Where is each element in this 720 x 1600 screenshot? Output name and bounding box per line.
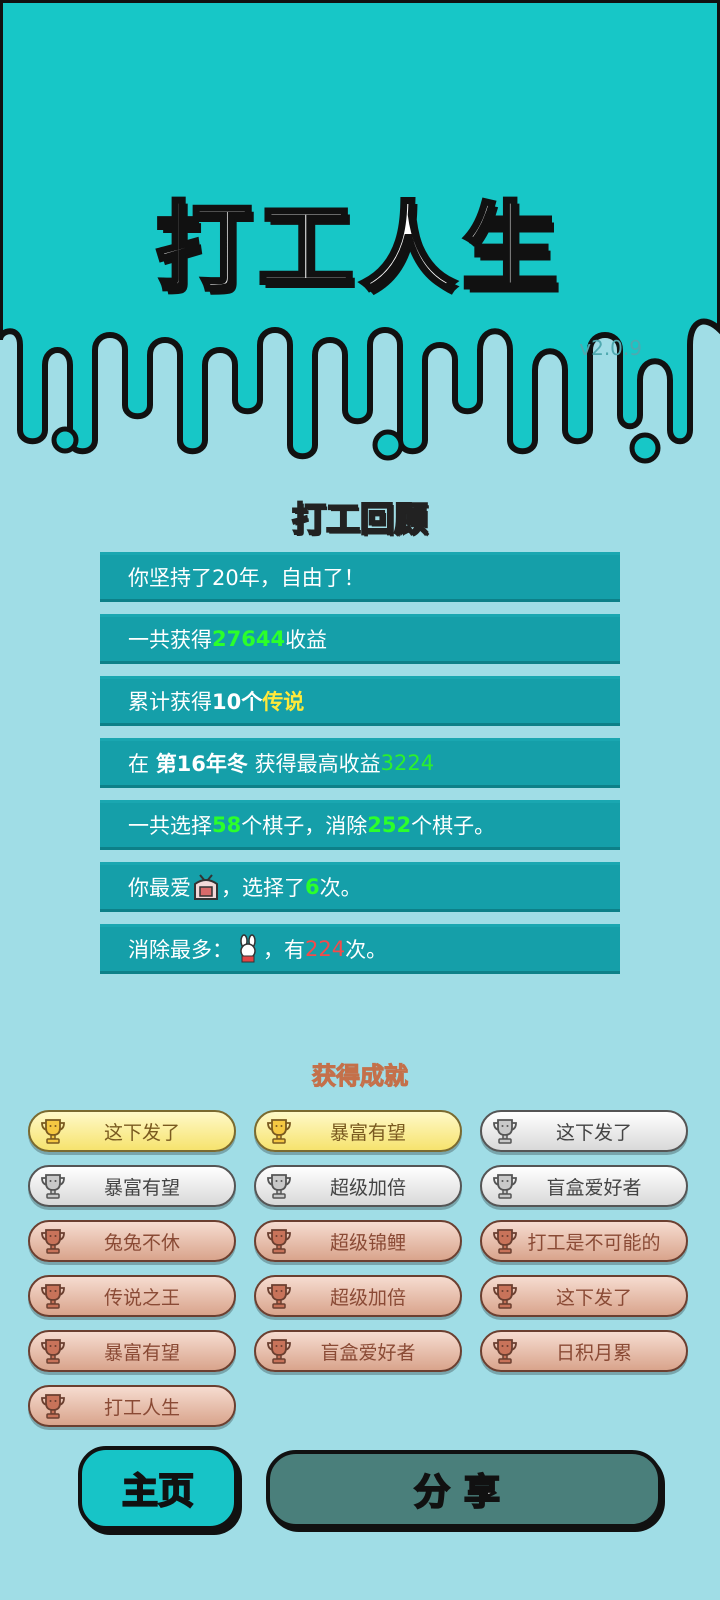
stat-text: 消除最多： — [128, 938, 233, 962]
achievement-label: 暴富有望 — [103, 1341, 180, 1364]
favorite-count: 6 — [305, 875, 320, 899]
achievement-label: 暴富有望 — [329, 1121, 406, 1144]
trophy-icon — [267, 1119, 291, 1144]
stat-text: 在 — [128, 752, 156, 776]
stat-text: ，有 — [263, 938, 305, 962]
stat-text: 一共选择 — [128, 814, 212, 838]
achievement-label: 这下发了 — [555, 1286, 632, 1309]
stat-text: 你最爱 — [128, 876, 191, 900]
stat-row-years: 你坚持了20年，自由了！ — [100, 552, 620, 602]
stat-text: 个棋子。 — [411, 814, 496, 838]
rabbit-icon — [240, 934, 256, 963]
stat-row-most-removed: 消除最多： ，有 224 次。 — [100, 924, 620, 974]
achievement-badge: 这下发了 — [480, 1275, 688, 1317]
achievement-label: 暴富有望 — [103, 1176, 180, 1199]
stat-text: 次。 — [319, 876, 362, 900]
trophy-icon — [41, 1229, 65, 1254]
achievement-label: 日积月累 — [555, 1341, 632, 1364]
stat-text: ，选择了 — [221, 876, 305, 900]
header-banner: 打工人生 v2.0.9 — [0, 0, 720, 480]
stat-text: 收益 — [285, 628, 328, 652]
trophy-icon — [493, 1174, 517, 1199]
achievement-badge: 盲盒爱好者 — [480, 1165, 688, 1207]
most-removed-count: 224 — [305, 937, 346, 961]
achievement-label: 打工是不可能的 — [527, 1231, 661, 1254]
stat-row-favorite: 你最爱 ，选择了 6 次。 — [100, 862, 620, 912]
stat-row-legend: 累计获得 10个 传说 — [100, 676, 620, 726]
trophy-icon — [493, 1284, 517, 1309]
achievement-badge: 打工人生 — [28, 1385, 236, 1427]
achievement-badge: 暴富有望 — [28, 1330, 236, 1372]
achievement-badge: 兔兔不休 — [28, 1220, 236, 1262]
chosen-count: 58 — [212, 813, 242, 837]
stat-text: 你坚持了20年，自由了！ — [128, 566, 365, 590]
best-income-value: 3224 — [380, 751, 435, 775]
legend-count: 10个 — [212, 690, 263, 714]
share-button[interactable]: 分享 — [266, 1450, 662, 1528]
legend-label: 传说 — [262, 690, 305, 714]
achievement-badge: 盲盒爱好者 — [254, 1330, 462, 1372]
stat-row-income: 一共获得 27644 收益 — [100, 614, 620, 664]
trophy-icon — [267, 1339, 291, 1364]
achievement-label: 超级加倍 — [329, 1286, 406, 1309]
achievement-label: 超级锦鲤 — [329, 1231, 406, 1254]
achievement-badge: 这下发了 — [480, 1110, 688, 1152]
stat-text: 个棋子，消除 — [241, 814, 368, 838]
achievement-badge: 超级加倍 — [254, 1275, 462, 1317]
home-button[interactable]: 主页 — [78, 1446, 238, 1530]
achievement-label: 超级加倍 — [329, 1176, 406, 1199]
stat-text: 获得最高收益 — [247, 752, 381, 776]
achievement-badge: 日积月累 — [480, 1330, 688, 1372]
trophy-icon — [41, 1174, 65, 1199]
achievement-badge: 暴富有望 — [28, 1165, 236, 1207]
stat-text: 一共获得 — [128, 628, 212, 652]
trophy-icon — [267, 1229, 291, 1254]
achievement-label: 盲盒爱好者 — [546, 1176, 642, 1199]
version-label: v2.0.9 — [579, 336, 642, 360]
achievement-badge: 这下发了 — [28, 1110, 236, 1152]
best-season: 第16年冬 — [155, 752, 248, 776]
achievement-label: 盲盒爱好者 — [320, 1341, 416, 1364]
achievement-badge: 传说之王 — [28, 1275, 236, 1317]
stat-text: 次。 — [345, 938, 388, 962]
trophy-icon — [41, 1394, 65, 1419]
trophy-icon — [493, 1339, 517, 1364]
achievement-badge: 超级锦鲤 — [254, 1220, 462, 1262]
trophy-icon — [493, 1229, 517, 1254]
game-title: 打工人生 — [154, 190, 564, 306]
removed-count: 252 — [367, 813, 412, 837]
stat-row-pieces: 一共选择 58 个棋子，消除 252 个棋子。 — [100, 800, 620, 850]
achievements-title: 获得成就 — [312, 1062, 409, 1091]
tv-box-icon — [194, 874, 218, 900]
stat-row-best-season: 在 第16年冬 获得最高收益 3224 — [100, 738, 620, 788]
trophy-icon — [41, 1284, 65, 1309]
achievement-label: 传说之王 — [103, 1286, 180, 1309]
trophy-icon — [267, 1174, 291, 1199]
achievement-label: 这下发了 — [103, 1121, 180, 1144]
achievement-label: 这下发了 — [555, 1121, 632, 1144]
trophy-icon — [267, 1284, 291, 1309]
trophy-icon — [41, 1119, 65, 1144]
review-title: 打工回顾 — [291, 499, 429, 541]
achievement-label: 打工人生 — [103, 1396, 180, 1419]
achievement-badge: 超级加倍 — [254, 1165, 462, 1207]
achievement-badge: 暴富有望 — [254, 1110, 462, 1152]
income-value: 27644 — [212, 627, 286, 651]
achievement-badge: 打工是不可能的 — [480, 1220, 688, 1262]
achievement-label: 兔兔不休 — [103, 1231, 180, 1254]
trophy-icon — [41, 1339, 65, 1364]
stat-text: 累计获得 — [128, 690, 212, 714]
trophy-icon — [493, 1119, 517, 1144]
